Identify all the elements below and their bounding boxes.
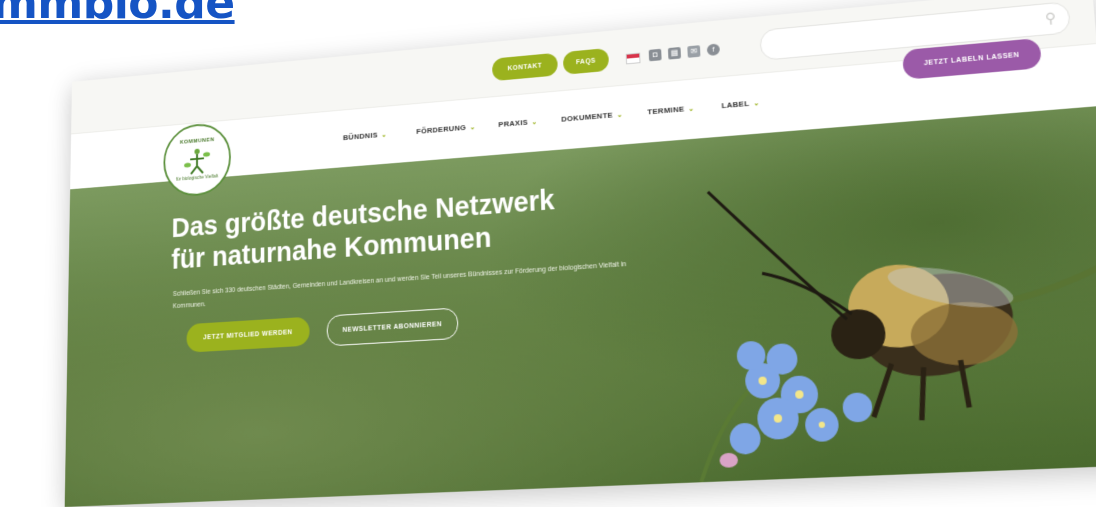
chevron-down-icon: ⌄ <box>688 106 694 113</box>
mail-icon[interactable]: ✉ <box>687 45 700 58</box>
search-icon[interactable]: ⚲ <box>1044 9 1056 27</box>
site-url-banner[interactable]: mmbio.de <box>0 0 235 29</box>
calendar-icon[interactable]: ▦ <box>668 47 681 60</box>
chevron-down-icon: ⌄ <box>532 119 538 126</box>
instagram-icon[interactable]: ◘ <box>649 49 662 62</box>
chevron-down-icon: ⌄ <box>470 124 476 131</box>
website-screenshot: KONTAKT FAQS ◘ ▦ ✉ f ⚲ KOMMUNEN für biol… <box>65 0 1096 507</box>
bee-on-flowers-image <box>647 106 1096 484</box>
chevron-down-icon: ⌄ <box>753 100 759 107</box>
german-flag-icon[interactable] <box>626 53 641 65</box>
chevron-down-icon: ⌄ <box>617 112 623 119</box>
kontakt-button[interactable]: KONTAKT <box>492 53 558 82</box>
facebook-icon[interactable]: f <box>707 43 720 56</box>
faqs-button[interactable]: FAQS <box>563 48 609 75</box>
chevron-down-icon: ⌄ <box>381 132 387 139</box>
leaf-figure-icon <box>180 143 215 177</box>
